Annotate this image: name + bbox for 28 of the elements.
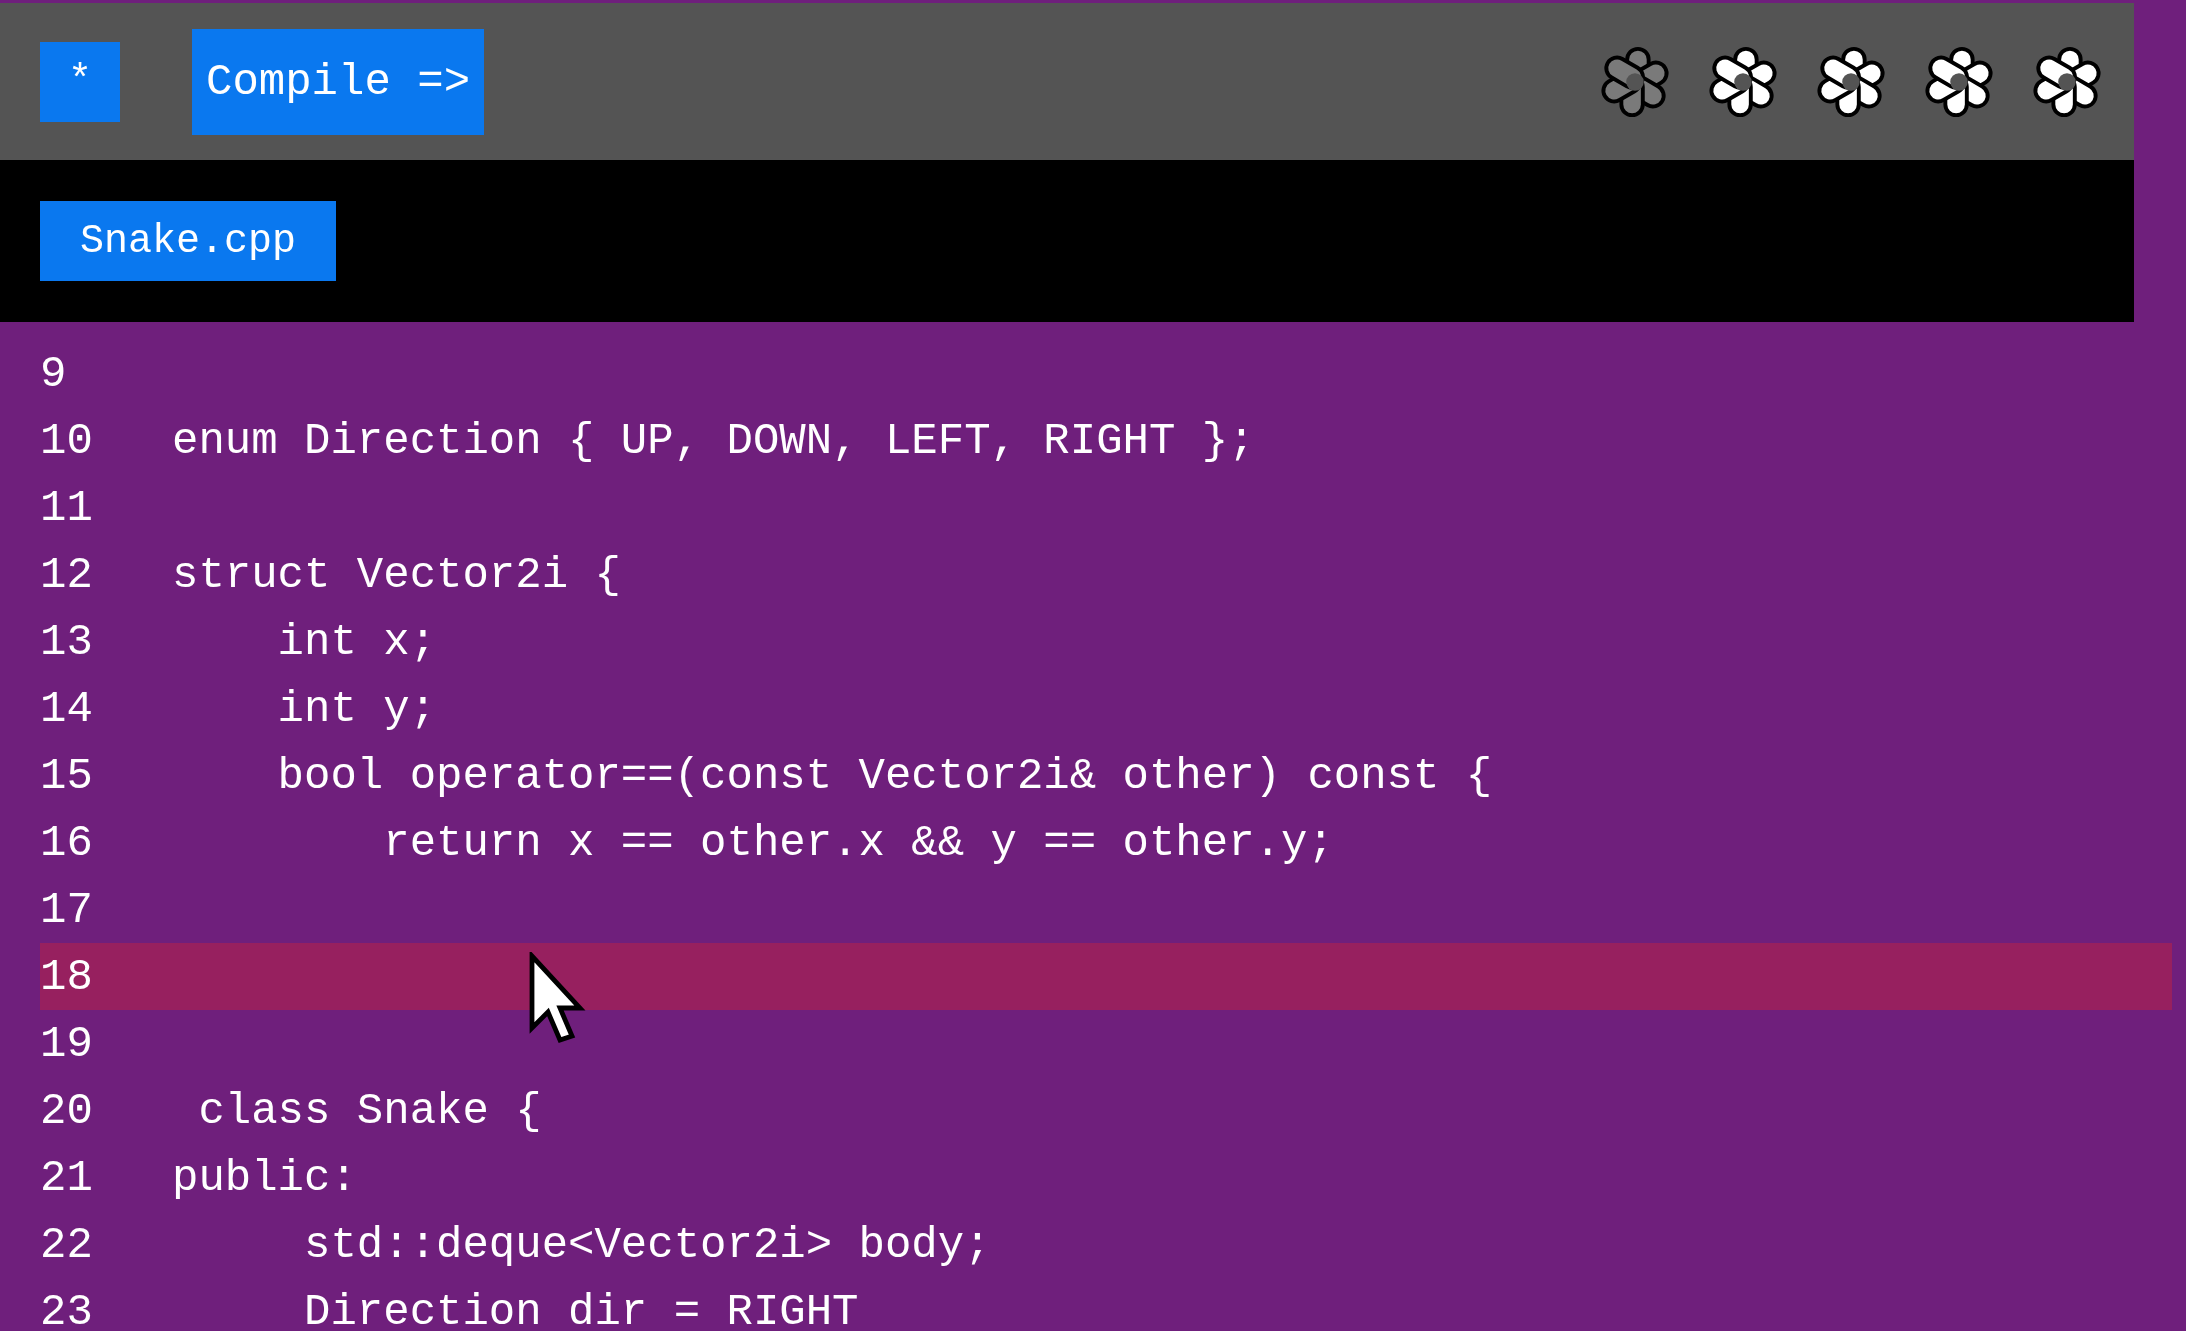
line-number: 19	[40, 1018, 94, 1069]
line-number: 16	[40, 817, 94, 868]
compile-button[interactable]: Compile =>	[192, 28, 485, 135]
line-number: 23	[40, 1286, 94, 1331]
code-line: Direction dir = RIGHT	[303, 1286, 859, 1331]
line-number: 11	[40, 482, 94, 533]
code-line: class Snake {	[197, 1085, 542, 1136]
code-line: std::deque<Vector2i> body;	[303, 1219, 991, 1270]
line-number: 22	[40, 1219, 94, 1270]
line-number: 9	[40, 348, 68, 399]
line-number: 17	[40, 884, 94, 935]
code-line: enum Direction { UP, DOWN, LEFT, RIGHT };	[172, 415, 1255, 466]
line-number: 13	[40, 616, 94, 667]
line-number: 15	[40, 750, 94, 801]
code-line: int y;	[276, 683, 437, 734]
line-number: 20	[40, 1085, 94, 1136]
line-number: 12	[40, 549, 94, 600]
line-number: 10	[40, 415, 94, 466]
code-line: public:	[172, 1152, 357, 1203]
code-line: struct Vector2i {	[172, 549, 621, 600]
code-line: int x;	[276, 616, 437, 667]
line-number: 21	[40, 1152, 94, 1203]
file-tab[interactable]: Snake.cpp	[40, 201, 337, 281]
code-line: return x == other.x && y == other.y;	[382, 817, 1334, 868]
line-number: 14	[40, 683, 94, 734]
line-number: 18	[40, 951, 94, 1002]
menu-button[interactable]: *	[40, 41, 120, 122]
code-line: bool operator==(const Vector2i& other) const {	[276, 750, 1493, 801]
